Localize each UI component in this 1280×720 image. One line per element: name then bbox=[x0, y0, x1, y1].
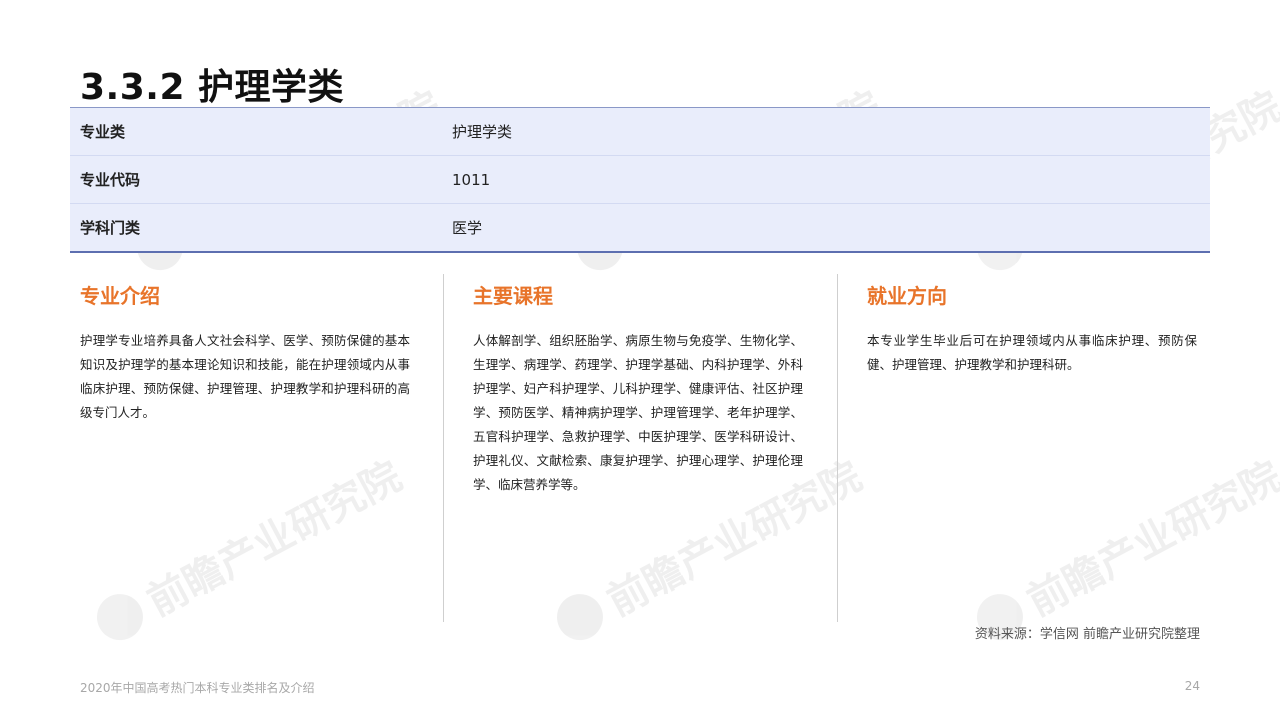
section-body: 本专业学生毕业后可在护理领域内从事临床护理、预防保健、护理管理、护理教学和护理科… bbox=[867, 333, 1197, 372]
watermark: 前瞻产业研究院 bbox=[86, 445, 410, 654]
section-courses: 主要课程 人体解剖学、组织胚胎学、病原生物与免疫学、生物化学、生理学、病理学、药… bbox=[473, 280, 803, 497]
section-intro: 专业介绍 护理学专业培养具备人文社会科学、医学、预防保健的基本知识及护理学的基本… bbox=[80, 280, 410, 425]
info-row: 专业类 护理学类 bbox=[70, 108, 1210, 156]
info-row: 专业代码 1011 bbox=[70, 156, 1210, 204]
section-heading: 主要课程 bbox=[473, 284, 553, 308]
column-divider bbox=[837, 274, 838, 622]
info-label: 专业代码 bbox=[80, 171, 141, 189]
watermark-logo-icon bbox=[88, 585, 152, 649]
column-divider bbox=[443, 274, 444, 622]
info-label: 学科门类 bbox=[80, 219, 141, 237]
section-heading: 就业方向 bbox=[867, 284, 947, 308]
info-value: 护理学类 bbox=[452, 123, 513, 141]
page-number: 24 bbox=[1184, 679, 1200, 693]
source-note: 资料来源：学信网 前瞻产业研究院整理 bbox=[974, 627, 1200, 642]
section-body: 人体解剖学、组织胚胎学、病原生物与免疫学、生物化学、生理学、病理学、药理学、护理… bbox=[473, 333, 803, 492]
footer-doc-title: 2020年中国高考热门本科专业类排名及介绍 bbox=[80, 681, 315, 695]
info-value: 1011 bbox=[452, 170, 491, 189]
section-heading: 专业介绍 bbox=[80, 284, 160, 308]
info-value: 医学 bbox=[452, 219, 483, 237]
section-career: 就业方向 本专业学生毕业后可在护理领域内从事临床护理、预防保健、护理管理、护理教… bbox=[867, 280, 1197, 377]
info-label: 专业类 bbox=[80, 123, 126, 141]
info-table: 专业类 护理学类 专业代码 1011 学科门类 医学 bbox=[70, 107, 1210, 253]
section-body: 护理学专业培养具备人文社会科学、医学、预防保健的基本知识及护理学的基本理论知识和… bbox=[80, 333, 410, 420]
page-title: 3.3.2 护理学类 bbox=[80, 67, 345, 108]
info-row: 学科门类 医学 bbox=[70, 204, 1210, 251]
watermark-logo-icon bbox=[548, 585, 612, 649]
